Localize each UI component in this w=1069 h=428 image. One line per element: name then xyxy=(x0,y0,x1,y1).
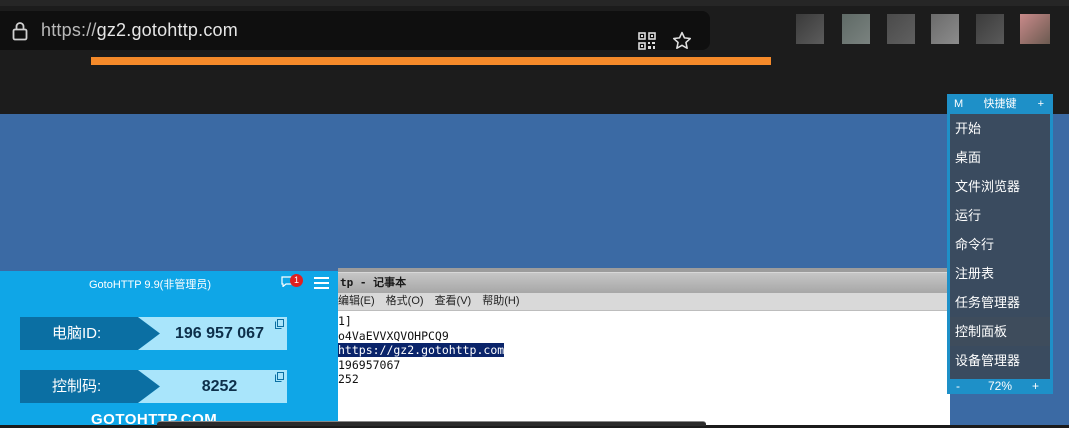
quick-keys-add-button[interactable]: + xyxy=(1038,94,1044,114)
quick-key-start[interactable]: 开始 xyxy=(950,114,1050,143)
bottom-popup-edge xyxy=(157,421,706,426)
notepad-window[interactable]: tp - 记事本 编辑(E) 格式(O) 查看(V) 帮助(H) 1] o4Va… xyxy=(338,272,950,425)
progress-fill xyxy=(91,57,771,65)
quick-keys-list: 开始 桌面 文件浏览器 运行 命令行 注册表 任务管理器 控制面板 设备管理器 xyxy=(950,114,1050,379)
lock-icon[interactable] xyxy=(11,21,29,41)
url-text[interactable]: https://gz2.gotohttp.com xyxy=(41,20,238,41)
browser-chrome: ▾ https://gz2.gotohttp.com xyxy=(0,0,1069,114)
menu-edit[interactable]: 编辑(E) xyxy=(338,293,375,310)
gotohttp-panel: GotoHTTP 9.9(非管理员) 1 电脑ID: 196 957 067 控… xyxy=(0,271,338,428)
control-code-value: 8252 xyxy=(138,370,287,403)
quick-keys-panel: 快捷键 M + 开始 桌面 文件浏览器 运行 命令行 注册表 任务管理器 控制面… xyxy=(947,94,1053,394)
gotohttp-title: GotoHTTP 9.9(非管理员) xyxy=(88,279,212,291)
zoom-out-button[interactable]: - xyxy=(956,378,960,394)
extension-icon[interactable] xyxy=(931,14,959,44)
text-line-selected: https://gz2.gotohttp.com xyxy=(338,343,950,358)
selected-text: https://gz2.gotohttp.com xyxy=(338,343,505,357)
quick-key-device-manager[interactable]: 设备管理器 xyxy=(950,346,1050,375)
url-scheme: https:// xyxy=(41,20,97,40)
star-icon[interactable] xyxy=(671,30,693,52)
text-line: o4VaEVVXQVOHPCQ9 xyxy=(338,328,449,343)
control-code-row: 控制码: 8252 xyxy=(20,370,287,403)
profile-avatar[interactable] xyxy=(1020,14,1050,44)
quick-key-run[interactable]: 运行 xyxy=(950,201,1050,230)
notepad-text-area[interactable]: 1] o4VaEVVXQVOHPCQ9 https://gz2.gotohttp… xyxy=(338,311,950,387)
tab-strip-edge xyxy=(0,0,1069,6)
quick-keys-m-button[interactable]: M xyxy=(954,94,963,114)
text-line: 252 xyxy=(338,372,359,386)
menu-view[interactable]: 查看(V) xyxy=(435,293,472,310)
computer-id-row: 电脑ID: 196 957 067 xyxy=(20,317,287,350)
extension-icon[interactable] xyxy=(887,14,915,44)
notification-badge: 1 xyxy=(290,274,303,287)
menu-format[interactable]: 格式(O) xyxy=(386,293,424,310)
extension-icon[interactable] xyxy=(976,14,1004,44)
qr-code-icon[interactable] xyxy=(638,32,656,50)
notepad-titlebar[interactable]: tp - 记事本 xyxy=(338,272,950,293)
address-bar[interactable]: ▾ https://gz2.gotohttp.com xyxy=(0,11,710,50)
extension-icon[interactable] xyxy=(842,14,870,44)
computer-id-label: 电脑ID: xyxy=(20,317,160,350)
notepad-menubar: 编辑(E) 格式(O) 查看(V) 帮助(H) xyxy=(338,293,950,311)
quick-key-file-browser[interactable]: 文件浏览器 xyxy=(950,172,1050,201)
menu-help[interactable]: 帮助(H) xyxy=(482,293,519,310)
quick-key-registry[interactable]: 注册表 xyxy=(950,259,1050,288)
zoom-controls: 72% - + xyxy=(947,378,1053,394)
quick-key-control-panel[interactable]: 控制面板 xyxy=(950,317,1050,346)
text-line: 196957067 xyxy=(338,357,401,372)
control-code-label: 控制码: xyxy=(20,370,160,403)
extension-icon[interactable] xyxy=(796,14,824,44)
computer-id-value: 196 957 067 xyxy=(138,317,287,350)
hamburger-menu-icon[interactable] xyxy=(314,277,329,289)
quick-key-task-manager[interactable]: 任务管理器 xyxy=(950,288,1050,317)
copy-icon[interactable] xyxy=(275,372,284,382)
page-load-progress xyxy=(91,57,771,65)
zoom-in-button[interactable]: + xyxy=(1032,378,1039,394)
quick-key-desktop[interactable]: 桌面 xyxy=(950,143,1050,172)
quick-keys-header: 快捷键 M + xyxy=(947,94,1053,114)
quick-key-command-line[interactable]: 命令行 xyxy=(950,230,1050,259)
url-host: gz2.gotohttp.com xyxy=(96,20,238,40)
copy-icon[interactable] xyxy=(275,319,284,329)
text-line: 1] xyxy=(338,314,352,328)
